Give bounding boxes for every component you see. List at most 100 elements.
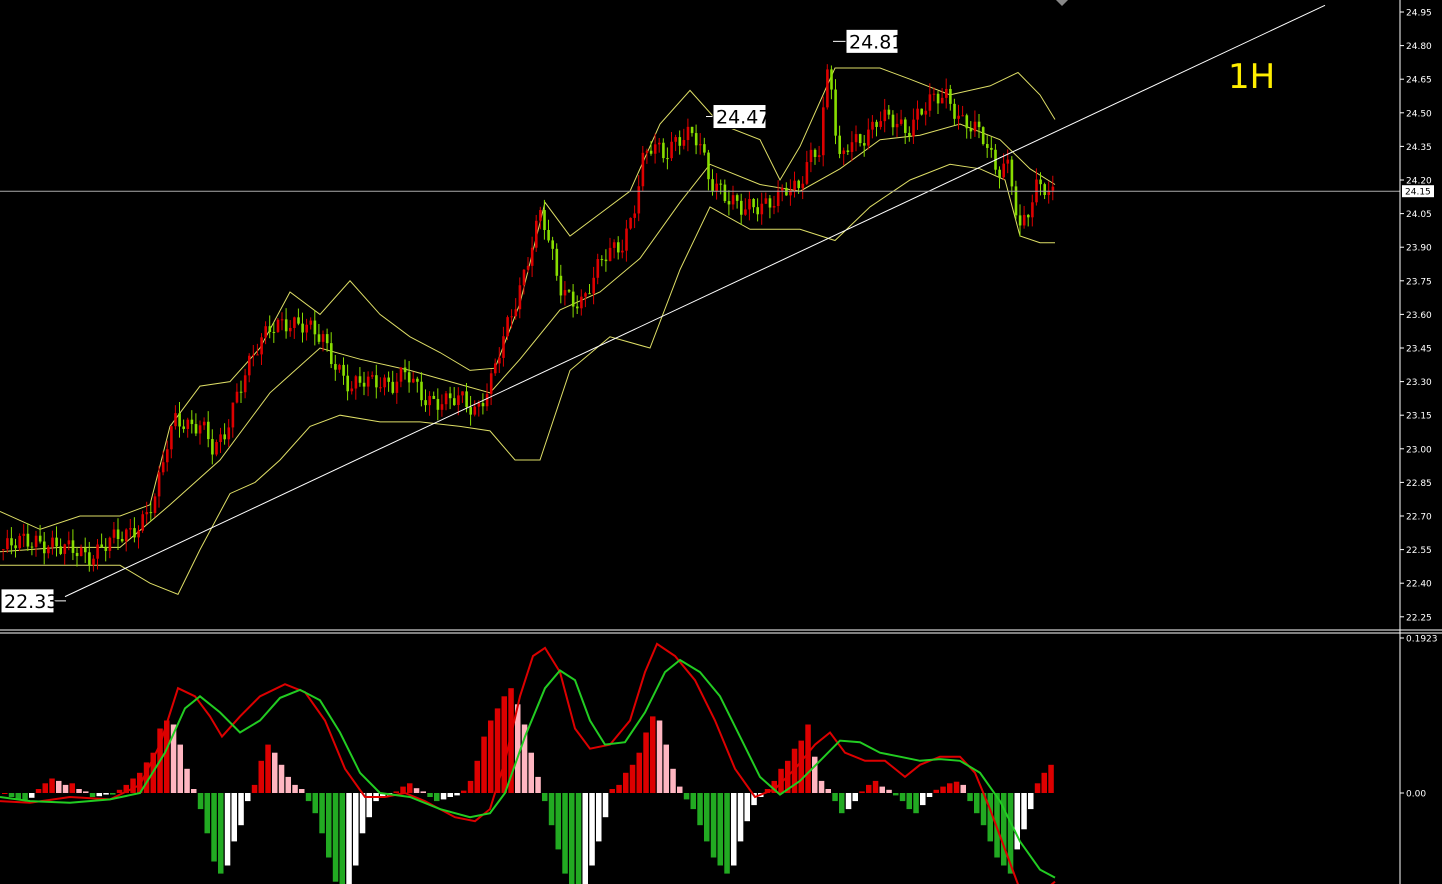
candle-body: [1018, 215, 1022, 226]
candle-body: [756, 207, 759, 215]
candle-body: [14, 545, 17, 549]
annotation-label: 22.33: [4, 591, 58, 613]
histogram-bar: [116, 789, 123, 793]
histogram-bar: [839, 793, 845, 814]
histogram-bar: [798, 740, 804, 793]
candle-body: [658, 142, 661, 145]
candle-body: [223, 434, 226, 440]
histogram-bar: [899, 793, 906, 802]
histogram-bar: [690, 793, 696, 810]
candle-body: [760, 203, 764, 215]
histogram-bar: [953, 781, 960, 793]
histogram-bar: [211, 793, 217, 862]
candle-body: [219, 434, 222, 443]
price-tick-label: 23.75: [1406, 277, 1432, 287]
histogram-bar: [427, 793, 433, 797]
candle-body: [871, 121, 874, 130]
histogram-bar: [1041, 772, 1047, 793]
candle-body: [309, 320, 313, 325]
price-annotation-mid[interactable]: 24.47: [706, 104, 770, 130]
candle-body: [215, 442, 218, 455]
histogram-bar: [731, 793, 737, 866]
histogram-bar: [872, 780, 879, 793]
histogram-bar: [35, 789, 42, 793]
histogram-bar: [805, 724, 811, 793]
histogram-bar: [62, 784, 69, 793]
candle-body: [461, 391, 464, 396]
price-tick-label: 23.60: [1406, 311, 1432, 321]
candle-body: [79, 547, 83, 557]
candle-body: [268, 326, 272, 332]
histogram-bar: [677, 786, 683, 793]
candle-body: [227, 427, 231, 440]
candle-body: [764, 198, 768, 204]
annotation-label: 24.47: [716, 107, 770, 129]
histogram-bar: [434, 793, 440, 802]
histogram-bar: [643, 732, 649, 793]
histogram-bar: [920, 793, 926, 806]
candle-body: [34, 535, 38, 547]
candle-body: [719, 183, 723, 185]
candle-body: [563, 290, 567, 296]
candle-body: [407, 372, 411, 383]
candle-body: [391, 381, 395, 393]
candle-body: [612, 242, 616, 248]
histogram-bar: [191, 789, 197, 793]
candle-body: [850, 142, 854, 152]
candle-body: [940, 97, 944, 104]
candle-body: [875, 121, 878, 127]
candle-body: [506, 317, 509, 337]
histogram-bar: [184, 768, 190, 793]
price-tick-label: 24.50: [1406, 109, 1432, 119]
histogram-bar: [103, 793, 109, 795]
histogram-bar: [866, 784, 872, 793]
histogram-bar: [710, 793, 717, 858]
histogram-bar: [879, 786, 885, 793]
candle-body: [170, 426, 173, 450]
histogram-bar: [845, 793, 852, 810]
macd-tick-label: 0.00: [1406, 790, 1426, 800]
candle-body: [1051, 186, 1055, 191]
histogram-bar: [2, 793, 8, 794]
candle-body: [604, 259, 608, 262]
candle-body: [920, 108, 923, 115]
candle-body: [690, 126, 694, 134]
histogram-bar: [913, 793, 919, 814]
candle-body: [805, 162, 809, 184]
candle-body: [297, 317, 300, 324]
candle-body: [699, 144, 702, 146]
price-annotation-low[interactable]: 22.33: [0, 588, 66, 614]
histogram-bar: [76, 789, 82, 793]
candle-body: [617, 242, 620, 253]
candle-body: [932, 93, 936, 95]
histogram-bar: [440, 793, 447, 800]
candle-body: [432, 395, 436, 399]
candle-body: [842, 150, 846, 154]
histogram-bar: [670, 768, 676, 793]
histogram-bar: [859, 791, 865, 793]
candle-body: [813, 149, 817, 157]
candle-body: [129, 528, 132, 530]
candle-body: [621, 250, 624, 253]
price-tick-label: 24.95: [1406, 9, 1432, 19]
candle-body: [539, 210, 542, 221]
histogram-bar: [656, 720, 663, 793]
histogram-bar: [420, 791, 426, 793]
histogram-bar: [238, 793, 244, 826]
candle-body: [75, 552, 79, 557]
histogram-bar: [704, 793, 710, 842]
candle-body: [1022, 214, 1026, 226]
candle-body: [633, 213, 636, 218]
candle-body: [1027, 214, 1030, 218]
candle-body: [981, 127, 985, 145]
candle-body: [2, 549, 5, 551]
candle-body: [899, 119, 903, 124]
histogram-bar: [717, 793, 723, 866]
candle-body: [289, 327, 292, 332]
histogram-bar: [940, 786, 946, 793]
histogram-bar: [947, 783, 953, 793]
histogram-bar: [312, 793, 318, 814]
histogram-bar: [413, 788, 420, 793]
candle-body: [362, 382, 366, 387]
macd-tick-label: 0.1923: [1406, 635, 1438, 645]
